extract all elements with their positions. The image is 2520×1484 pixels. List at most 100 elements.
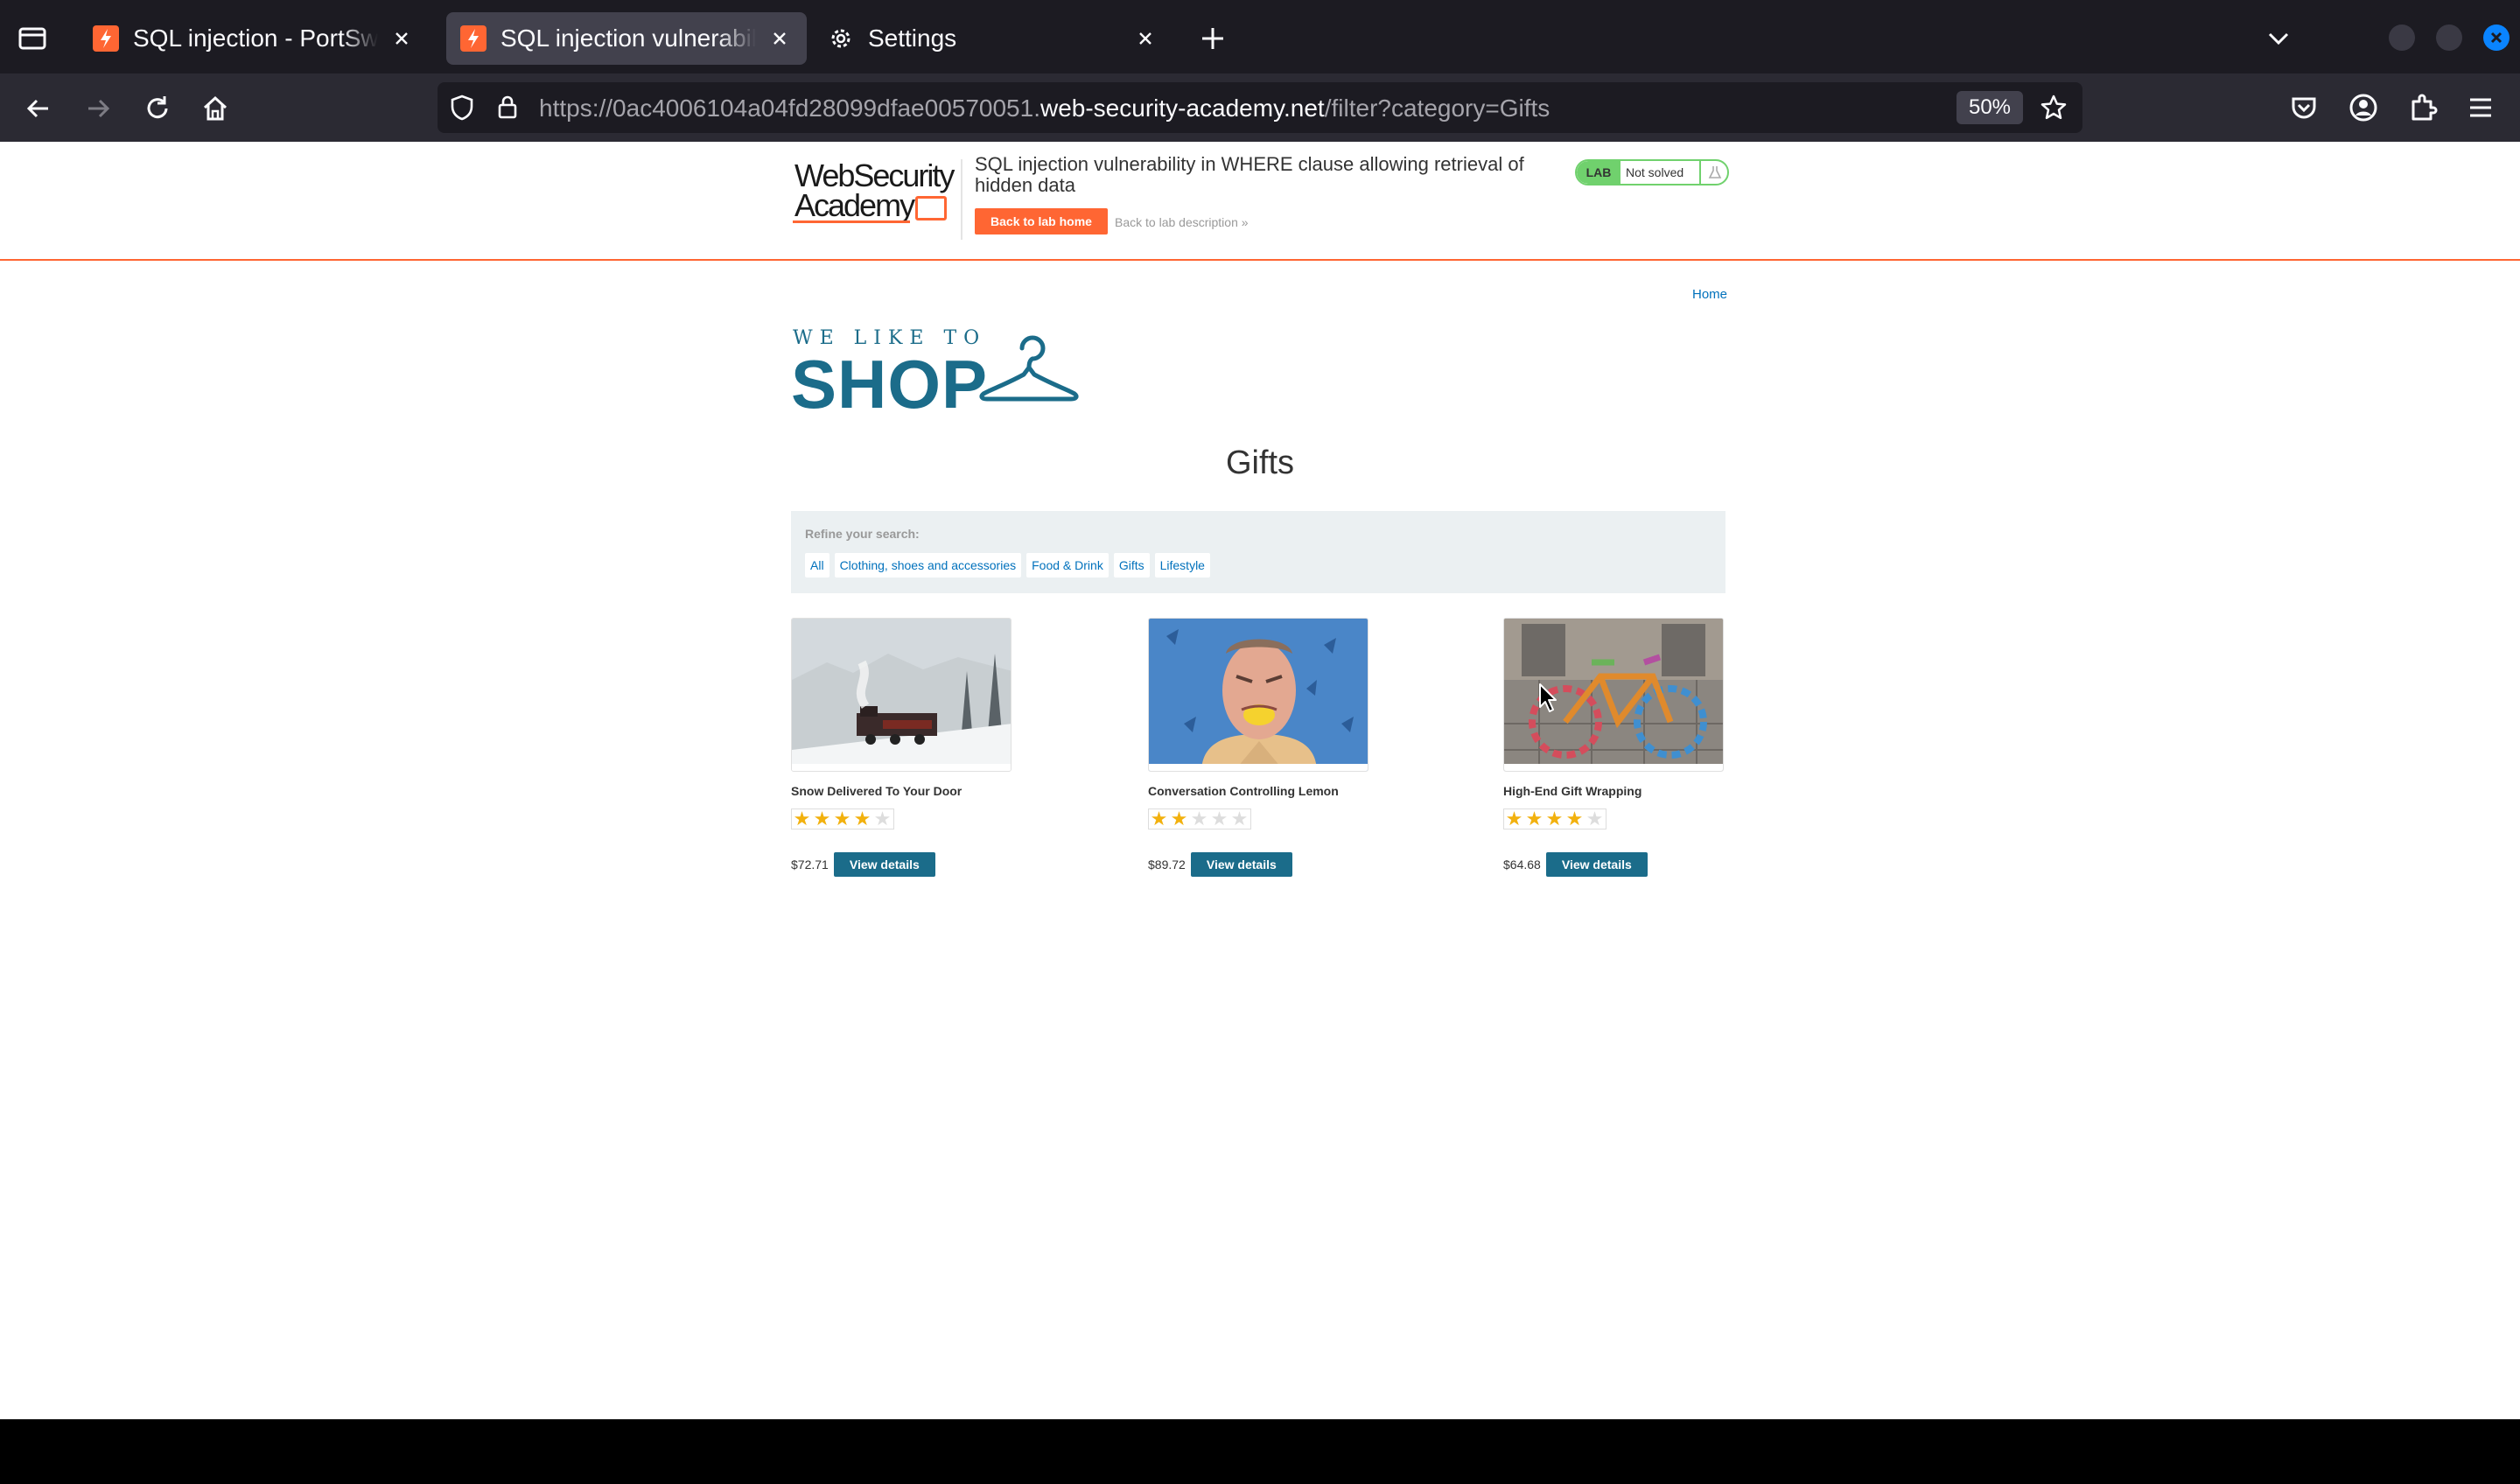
tab-title: Settings [868,24,957,52]
filter-lifestyle[interactable]: Lifestyle [1154,553,1210,578]
rating-stars: ★ ★ ★ ★ ★ [791,808,894,830]
star-filled-icon: ★ [813,808,831,830]
product-price: $72.71 [791,858,829,872]
back-arrow-icon[interactable] [21,91,56,126]
logo-mark-icon [915,196,947,220]
rating-stars: ★ ★ ★ ★ ★ [1503,808,1606,830]
page-title: Gifts [1225,444,1295,481]
product-name: High-End Gift Wrapping [1503,784,1642,798]
lab-badge: LAB [1577,161,1620,184]
logo-line-2: Academy [794,187,915,223]
double-chevron-icon: » [1241,215,1249,229]
star-filled-icon: ★ [833,808,851,830]
portswigger-favicon-icon [460,25,486,52]
product-card: High-End Gift Wrapping ★ ★ ★ ★ ★ $64.68 View… [1503,618,1726,877]
zoom-level-button[interactable]: 50% [1956,91,2023,124]
lock-icon[interactable] [494,93,522,121]
star-filled-icon: ★ [853,808,872,830]
gear-icon [831,29,850,48]
close-tab-icon[interactable] [766,25,793,52]
tab-list-icon[interactable] [16,21,49,54]
account-icon[interactable] [2347,91,2380,124]
tab-title: SQL injection - PortSwigg [133,24,378,52]
star-filled-icon: ★ [1505,808,1523,830]
product-image [1148,618,1368,772]
product-name: Snow Delivered To Your Door [791,784,962,798]
tab-title: SQL injection vulnerability [500,24,756,52]
star-empty-icon: ★ [873,808,892,830]
view-details-button[interactable]: View details [1545,852,1648,877]
filter-food-drink[interactable]: Food & Drink [1026,553,1109,578]
address-bar[interactable]: https://0ac4006104a04fd28099dfae00570051… [438,82,2082,133]
home-icon[interactable] [198,91,233,126]
bookmark-star-icon[interactable] [2039,93,2068,122]
url-subdomain: 0ac4006104a04fd28099dfae00570051. [612,94,1040,122]
we-like-to-shop-logo: WE LIKE TO SHOP [791,327,1088,424]
refine-search-panel: Refine your search: All Clothing, shoes … [791,511,1726,593]
star-empty-icon: ★ [1210,808,1228,830]
view-details-button[interactable]: View details [833,852,935,877]
refine-label: Refine your search: [805,527,920,541]
flask-icon [1699,161,1727,184]
view-details-button[interactable]: View details [1190,852,1292,877]
tracking-protection-shield-icon[interactable] [448,94,476,122]
forward-arrow-icon[interactable] [80,91,116,126]
url-text[interactable]: https://0ac4006104a04fd28099dfae00570051… [539,94,1550,122]
web-security-academy-logo[interactable]: WebSecurity Academy [793,158,959,223]
back-to-lab-description-label: Back to lab description [1115,215,1238,229]
lab-status-text: Not solved [1626,165,1684,179]
url-path: /filter?category=Gifts [1324,94,1550,122]
portswigger-favicon-icon [93,25,119,52]
new-tab-plus-icon[interactable] [1197,23,1228,54]
hanger-icon [979,335,1079,402]
filter-all[interactable]: All [805,553,830,578]
reload-icon[interactable] [140,91,175,126]
price-row: $89.72 View details [1148,852,1370,877]
tab-bar: SQL injection - PortSwigg SQL injection … [0,0,2520,74]
logo-shop-text: SHOP [791,346,989,423]
product-card: Snow Delivered To Your Door ★ ★ ★ ★ ★ $72.71… [791,618,1013,877]
pocket-icon[interactable] [2287,91,2320,124]
lab-title: SQL injection vulnerability in WHERE cla… [975,153,1524,196]
product-price: $64.68 [1503,858,1541,872]
close-tab-icon[interactable] [1132,25,1158,52]
filter-clothing[interactable]: Clothing, shoes and accessories [834,553,1022,578]
lab-header: WebSecurity Academy SQL injection vulner… [0,142,2520,261]
navigation-toolbar: https://0ac4006104a04fd28099dfae00570051… [0,74,2520,142]
product-image [1503,618,1724,772]
close-window-button[interactable] [2483,24,2510,51]
web-page: WebSecurity Academy SQL injection vulner… [0,142,2520,1419]
divider [961,159,962,240]
price-row: $64.68 View details [1503,852,1726,877]
product-card: Conversation Controlling Lemon ★ ★ ★ ★ ★ $89… [1148,618,1370,877]
star-filled-icon: ★ [1525,808,1544,830]
close-tab-icon[interactable] [388,25,415,52]
product-price: $89.72 [1148,858,1186,872]
back-to-lab-description-link[interactable]: Back to lab description » [1115,215,1249,229]
home-link[interactable]: Home [1692,287,1727,302]
star-empty-icon: ★ [1586,808,1604,830]
filter-gifts[interactable]: Gifts [1113,553,1150,578]
maximize-button[interactable] [2436,24,2462,51]
tab-settings[interactable]: Settings [814,12,1172,65]
tab-sql-injection-portswigger[interactable]: SQL injection - PortSwigg [79,12,429,65]
url-scheme: https:// [539,94,613,122]
star-filled-icon: ★ [1150,808,1168,830]
star-filled-icon: ★ [1170,808,1188,830]
back-to-lab-home-button[interactable]: Back to lab home [975,208,1108,234]
taskbar-area [0,1419,2520,1484]
star-empty-icon: ★ [1230,808,1249,830]
url-host: web-security-academy.net [1040,94,1325,122]
mouse-cursor-icon [1539,683,1557,712]
minimize-button[interactable] [2389,24,2415,51]
category-filters: All Clothing, shoes and accessories Food… [805,553,1210,578]
star-filled-icon: ★ [1565,808,1584,830]
hamburger-menu-icon[interactable] [2464,91,2497,124]
star-empty-icon: ★ [1190,808,1208,830]
chevron-down-icon[interactable] [2263,23,2294,54]
lab-status-widget: LAB Not solved [1575,159,1729,186]
product-name: Conversation Controlling Lemon [1148,784,1339,798]
star-filled-icon: ★ [1545,808,1564,830]
extensions-icon[interactable] [2406,91,2440,124]
tab-sql-injection-vulnerability[interactable]: SQL injection vulnerability [446,12,807,65]
